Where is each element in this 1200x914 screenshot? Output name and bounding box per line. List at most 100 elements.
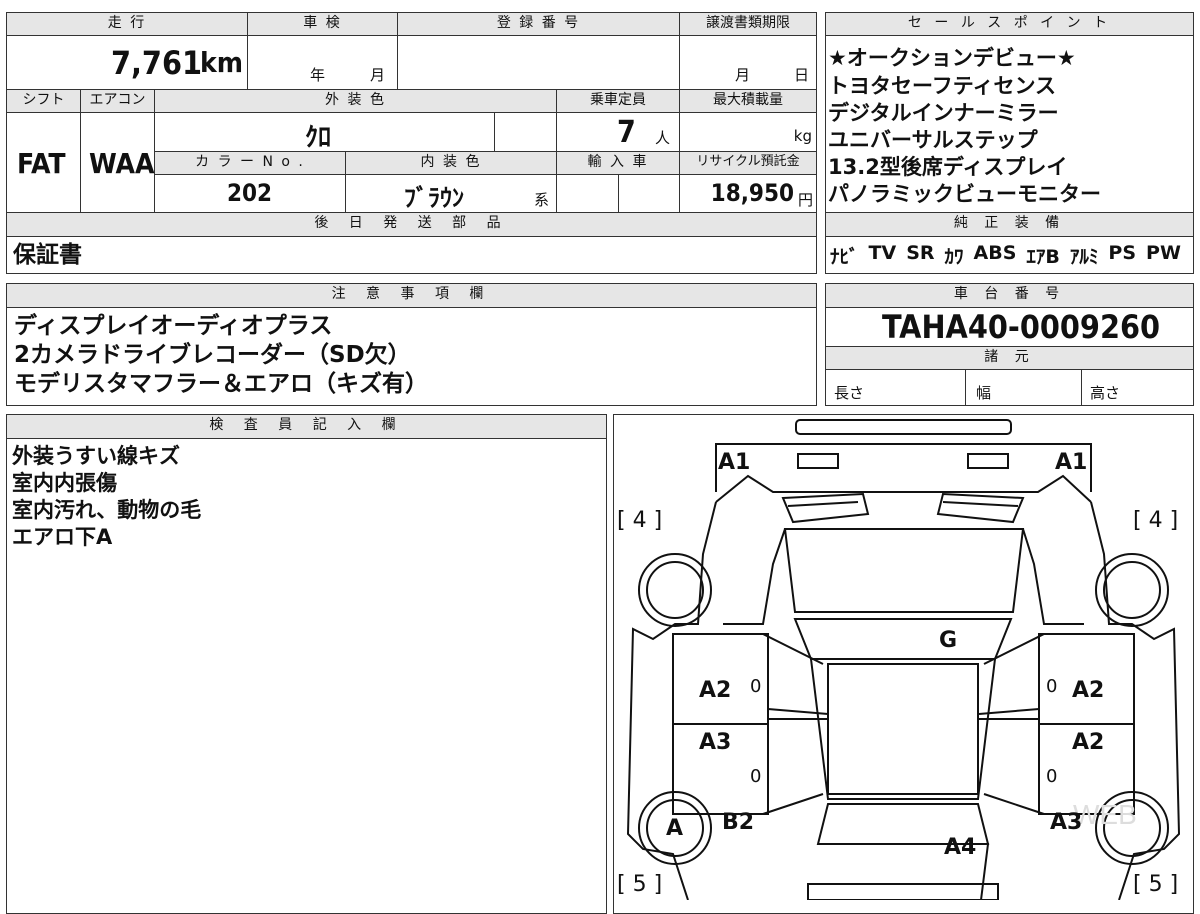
diagram-label-zero: 0: [750, 676, 762, 697]
color-no-value: 202: [227, 179, 273, 207]
shift-value: FAT: [17, 147, 66, 180]
equipment-cell: ﾅﾋﾞ TV SR ｶﾜ ABS ｴｱB ｱﾙﾐ PS PW: [825, 236, 1194, 274]
spec-length-cell: 長さ: [825, 369, 966, 406]
equipment-header: 純 正 装 備: [825, 212, 1194, 237]
diagram-label-a-wheel: A: [666, 816, 684, 841]
capacity-header: 乗車定員: [556, 89, 680, 113]
spec-height-label: 高さ: [1090, 384, 1121, 402]
inspector-line: 室内内張傷: [12, 471, 117, 495]
recycle-fee-header: リサイクル預託金: [679, 151, 817, 175]
chassis-number-cell: TAHA40-0009260: [825, 307, 1194, 347]
equipment-item: ｶﾜ: [944, 246, 964, 268]
sales-point-line: パノラミックビューモニター: [828, 182, 1101, 206]
ac-header: エアコン: [80, 89, 155, 113]
sales-point-line: デジタルインナーミラー: [828, 101, 1059, 125]
diagram-label-4-right: [ 4 ]: [1133, 508, 1179, 533]
diagram-label-5-left: [ 5 ]: [617, 872, 663, 897]
chassis-number-value: TAHA40-0009260: [882, 308, 1161, 346]
max-load-cell: kg: [679, 112, 817, 152]
diagram-label-a2-right-rear: A2: [1072, 730, 1105, 755]
diagram-label-g: G: [939, 628, 958, 653]
transfer-day-unit: 日: [794, 66, 810, 84]
inspector-line: 室内汚れ、動物の毛: [12, 498, 202, 522]
sales-points-header: セ ー ル ス ポ イ ン ト: [825, 12, 1194, 36]
equipment-item: TV: [868, 242, 897, 264]
diagram-label-a1-right: A1: [1055, 450, 1088, 475]
diagram-label-5-right: [ 5 ]: [1133, 872, 1179, 897]
diagram-label-zero: 0: [1046, 766, 1058, 787]
color-no-cell: 202: [154, 174, 346, 213]
sales-point-line: 13.2型後席ディスプレイ: [828, 155, 1068, 179]
diagram-label-a3-left: A3: [699, 730, 732, 755]
inspection-header: 車 検: [247, 12, 398, 36]
inspection-year-unit: 年: [310, 66, 326, 84]
import-cell-b: [618, 174, 680, 213]
note-line: ディスプレイオーディオプラス: [14, 313, 333, 339]
equipment-item: ﾅﾋﾞ: [830, 246, 859, 268]
later-parts-value: 保証書: [13, 242, 82, 268]
chassis-header: 車 台 番 号: [825, 283, 1194, 308]
inspector-line: エアロ下A: [12, 525, 113, 549]
note-line: モデリスタマフラー＆エアロ（キズ有）: [14, 371, 428, 397]
inspection-cell: 年 月: [247, 35, 398, 90]
import-header: 輸 入 車: [556, 151, 680, 175]
equipment-item: ABS: [973, 242, 1017, 264]
interior-color-cell: ﾌﾞﾗｳﾝ 系: [345, 174, 557, 213]
exterior-extra-cell: [494, 112, 557, 152]
later-parts-cell: 保証書: [6, 236, 817, 274]
watermark: WEB: [1073, 799, 1137, 830]
equipment-list: ﾅﾋﾞ TV SR ｶﾜ ABS ｴｱB ｱﾙﾐ PS PW: [830, 242, 1181, 269]
spec-height-cell: 高さ: [1081, 369, 1194, 406]
diagram-label-a3-right: A3: [1050, 810, 1083, 835]
max-load-header: 最大積載量: [679, 89, 817, 113]
interior-color-suffix: 系: [534, 191, 550, 209]
later-parts-header: 後 日 発 送 部 品: [6, 212, 817, 237]
notes-list: ディスプレイオーディオプラス 2カメラドライブレコーダー（SD欠） モデリスタマ…: [14, 312, 428, 399]
ac-cell: WAA: [80, 112, 155, 213]
inspector-line: 外装うすい線キズ: [12, 444, 180, 468]
diagram-label-b2: B2: [722, 810, 755, 835]
transfer-month-unit: 月: [735, 66, 751, 84]
ac-value: WAA: [89, 147, 155, 180]
transfer-deadline-cell: 月 日: [679, 35, 817, 90]
exterior-color-cell: ｸﾛ: [154, 112, 495, 153]
capacity-value: 7: [617, 115, 636, 150]
inspection-month-unit: 月: [370, 66, 386, 84]
diagram-label-a1-left: A1: [718, 450, 751, 475]
inspector-list: 外装うすい線キズ 室内内張傷 室内汚れ、動物の毛 エアロ下A: [12, 442, 201, 550]
sales-point-line: ユニバーサルステップ: [828, 128, 1038, 152]
recycle-fee-unit: 円: [797, 191, 813, 209]
max-load-unit: kg: [793, 127, 812, 145]
capacity-unit: 人: [655, 129, 671, 147]
exterior-color-header: 外 装 色: [154, 89, 557, 113]
transfer-deadline-header: 譲渡書類期限: [679, 12, 817, 36]
spec-header: 諸 元: [825, 346, 1194, 370]
mileage-value: 7,761: [110, 44, 202, 82]
spec-length-label: 長さ: [834, 384, 865, 402]
interior-color-value: ﾌﾞﾗｳﾝ: [404, 184, 464, 212]
equipment-item: PS: [1108, 242, 1137, 264]
equipment-item: PW: [1146, 242, 1181, 264]
registration-cell: [397, 35, 680, 90]
recycle-fee-cell: 18,950 円: [679, 174, 817, 213]
exterior-color-value: ｸﾛ: [305, 123, 332, 153]
diagram-label-4-left: [ 4 ]: [617, 508, 663, 533]
shift-header: シフト: [6, 89, 81, 113]
diagram-label-zero: 0: [750, 766, 762, 787]
equipment-item: ｴｱB: [1026, 246, 1060, 268]
sales-point-line: トヨタセーフティセンス: [828, 74, 1057, 98]
capacity-cell: 7 人: [556, 112, 680, 152]
color-no-header: カ ラ ー N o .: [154, 151, 346, 175]
shift-cell: FAT: [6, 112, 81, 213]
sales-points-list: ★オークションデビュー★ トヨタセーフティセンス デジタルインナーミラー ユニバ…: [828, 44, 1192, 207]
note-line: 2カメラドライブレコーダー（SD欠）: [14, 342, 411, 368]
mileage-header: 走 行: [6, 12, 248, 36]
mileage-cell: 7,761 km: [6, 35, 248, 90]
spec-width-cell: 幅: [965, 369, 1082, 406]
inspector-header: 検 査 員 記 入 欄: [6, 414, 607, 439]
notes-header: 注 意 事 項 欄: [6, 283, 817, 308]
diagram-label-a4: A4: [944, 835, 977, 860]
interior-color-header: 内 装 色: [345, 151, 557, 175]
equipment-item: SR: [906, 242, 935, 264]
diagram-label-a2-left: A2: [699, 678, 732, 703]
